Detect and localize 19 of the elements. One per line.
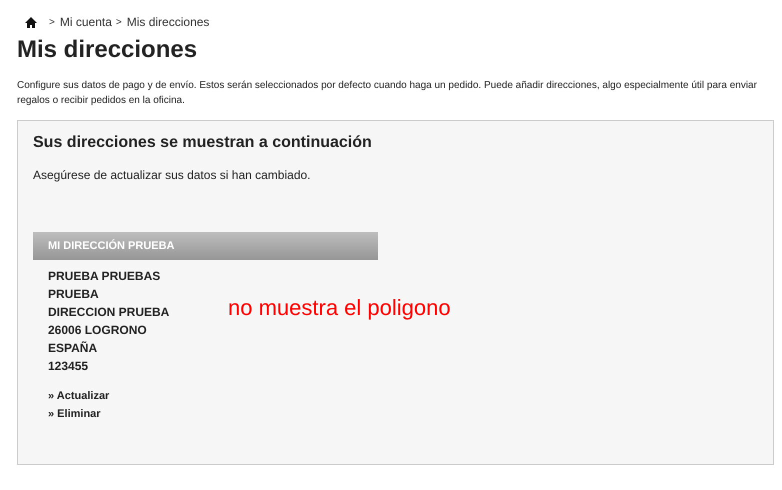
address-line: PRUEBA PRUEBAS (48, 268, 162, 285)
address-line: 26006 LOGRONO (48, 322, 148, 339)
breadcrumb-link[interactable]: Mi cuenta (60, 15, 112, 29)
address-line: PRUEBA (48, 286, 100, 303)
page-title: Mis direcciones (17, 36, 198, 64)
address-link[interactable]: » Eliminar (48, 405, 101, 423)
home-icon[interactable] (25, 16, 37, 28)
panel-heading: Sus direcciones se muestran a continuación (33, 134, 373, 152)
annotation-text: no muestra el poligono (228, 295, 451, 321)
address-line: ESPAÑA (48, 340, 98, 357)
address-line: DIRECCION PRUEBA (48, 304, 170, 321)
address-link[interactable]: » Actualizar (48, 387, 110, 405)
address-header: MI DIRECCIÓN PRUEBA (33, 232, 378, 260)
panel-subtext: Asegúrese de actualizar sus datos si han cambiado. (33, 168, 312, 182)
breadcrumb-current: Mis direcciones (126, 15, 210, 29)
intro-text: Configure sus datos de pago y de envío. Estos serán seleccionados por defecto cuando haga un pedido. Puede añadir direcciones, algo especialmente útil para enviar regalos o recibir pedidos en la oficina. (17, 79, 758, 108)
breadcrumb-separator: > (49, 16, 55, 28)
address-line: 123455 (48, 358, 90, 375)
breadcrumb-separator: > (116, 16, 122, 28)
